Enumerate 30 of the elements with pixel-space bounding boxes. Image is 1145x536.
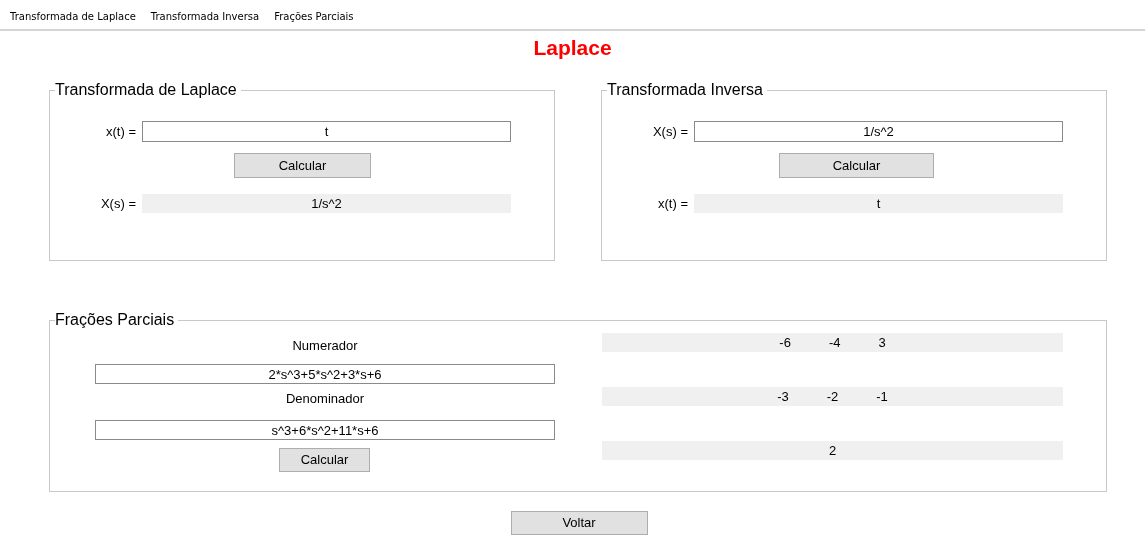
input-field[interactable]: t: [142, 121, 511, 142]
input-label: X(s) =: [651, 122, 689, 141]
panel-title: Transformada Inversa: [607, 81, 764, 99]
result-value: -1: [876, 388, 888, 406]
result-value: -4: [828, 334, 841, 352]
output-field: 1/s^2: [142, 194, 511, 214]
result-value: -3: [777, 388, 789, 406]
input-label: x(t) =: [105, 122, 137, 141]
menu-item[interactable]: Transformada de Laplace: [10, 9, 136, 24]
result-value: -2: [826, 388, 839, 406]
panel-title: Transformada de Laplace: [55, 81, 238, 99]
calculate-button[interactable]: Calcular: [234, 153, 371, 178]
output-field: t: [694, 194, 1063, 214]
denominator-label: Denominador: [284, 391, 365, 407]
page-title: Laplace: [533, 35, 612, 61]
result-value: -6: [779, 334, 791, 352]
output-label: X(s) =: [99, 195, 137, 213]
output-label: x(t) =: [657, 195, 689, 213]
result-value: 2: [828, 442, 837, 460]
denominator-field[interactable]: s^3+6*s^2+11*s+6: [95, 420, 555, 440]
calculate-button[interactable]: Calcular: [779, 153, 934, 178]
panel-title: Frações Parciais: [55, 311, 176, 329]
input-field[interactable]: 1/s^2: [694, 121, 1063, 142]
result-value: 3: [878, 334, 886, 352]
menu-item[interactable]: Frações Parciais: [274, 9, 354, 24]
numerator-field[interactable]: 2*s^3+5*s^2+3*s+6: [95, 364, 555, 384]
back-button[interactable]: Voltar: [510, 511, 648, 535]
calculate-button[interactable]: Calcular: [279, 448, 370, 472]
menu-item[interactable]: Transformada Inversa: [150, 9, 260, 24]
numerator-label: Numerador: [291, 338, 359, 354]
